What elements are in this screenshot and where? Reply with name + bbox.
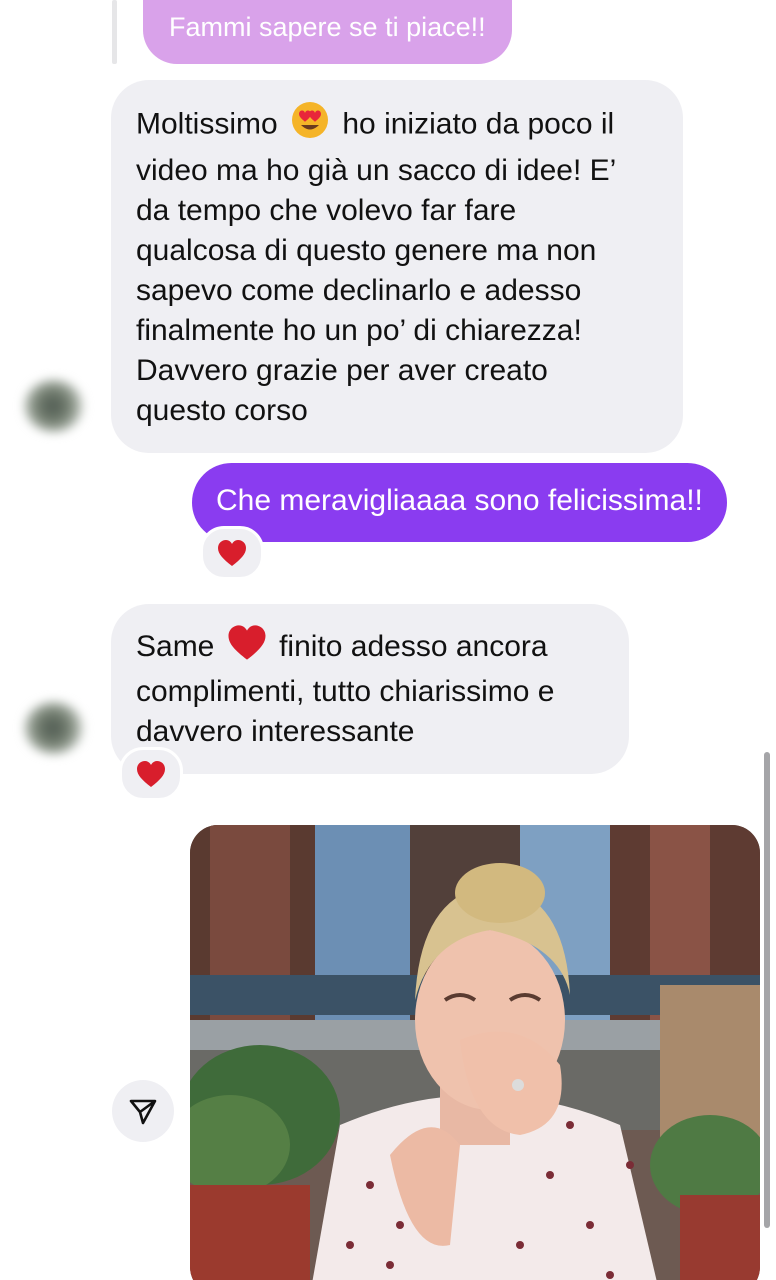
- gif-message-image[interactable]: [190, 825, 760, 1280]
- paper-plane-icon: [129, 1099, 157, 1125]
- message-line: complimenti, tutto chiarissimo e: [136, 675, 555, 708]
- heart-icon: [137, 761, 165, 787]
- share-button[interactable]: [112, 1080, 174, 1142]
- message-text: ho iniziato da poco il: [342, 107, 615, 141]
- message-text: finito adesso ancora: [279, 629, 548, 663]
- message-line: Davvero grazie per aver creato: [136, 354, 548, 387]
- incoming-message-bubble[interactable]: Moltissimo ho iniziato da poco il video …: [111, 80, 683, 453]
- chat-thread: Fammi sapere se ti piace!! Moltissimo ho…: [0, 0, 776, 1280]
- message-line: Same finito adesso ancora: [136, 624, 599, 672]
- message-text: Moltissimo: [136, 107, 278, 141]
- heart-eyes-emoji-icon: [290, 100, 330, 151]
- heart-icon: [218, 540, 246, 566]
- message-text: Che meravigliaaaa sono felicissima!!: [216, 484, 703, 517]
- incoming-message-bubble[interactable]: Same finito adesso ancora complimenti, t…: [111, 604, 629, 774]
- quoted-message-text: Fammi sapere se ti piace!!: [169, 12, 486, 42]
- reply-indicator-line: [112, 0, 117, 64]
- message-line: da tempo che volevo far fare: [136, 194, 517, 227]
- gif-image: [190, 825, 760, 1280]
- message-line: sapevo come declinarlo e adesso: [136, 274, 582, 307]
- scrollbar[interactable]: [764, 752, 770, 1228]
- avatar[interactable]: [24, 702, 84, 754]
- message-text: Same: [136, 629, 215, 663]
- message-line: qualcosa di questo genere ma non: [136, 234, 597, 267]
- reaction-badge[interactable]: [119, 747, 183, 801]
- message-line: video ma ho già un sacco di idee! E’: [136, 154, 617, 187]
- reaction-badge[interactable]: [200, 526, 264, 580]
- message-line: Moltissimo ho iniziato da poco il: [136, 100, 653, 151]
- message-line: finalmente ho un po’ di chiarezza!: [136, 314, 582, 347]
- heart-emoji-icon: [227, 624, 267, 672]
- message-line: questo corso: [136, 394, 308, 427]
- message-line: davvero interessante: [136, 715, 415, 748]
- outgoing-message-bubble[interactable]: Che meravigliaaaa sono felicissima!!: [192, 463, 727, 542]
- quoted-message-bubble[interactable]: Fammi sapere se ti piace!!: [143, 0, 512, 64]
- avatar[interactable]: [24, 380, 84, 432]
